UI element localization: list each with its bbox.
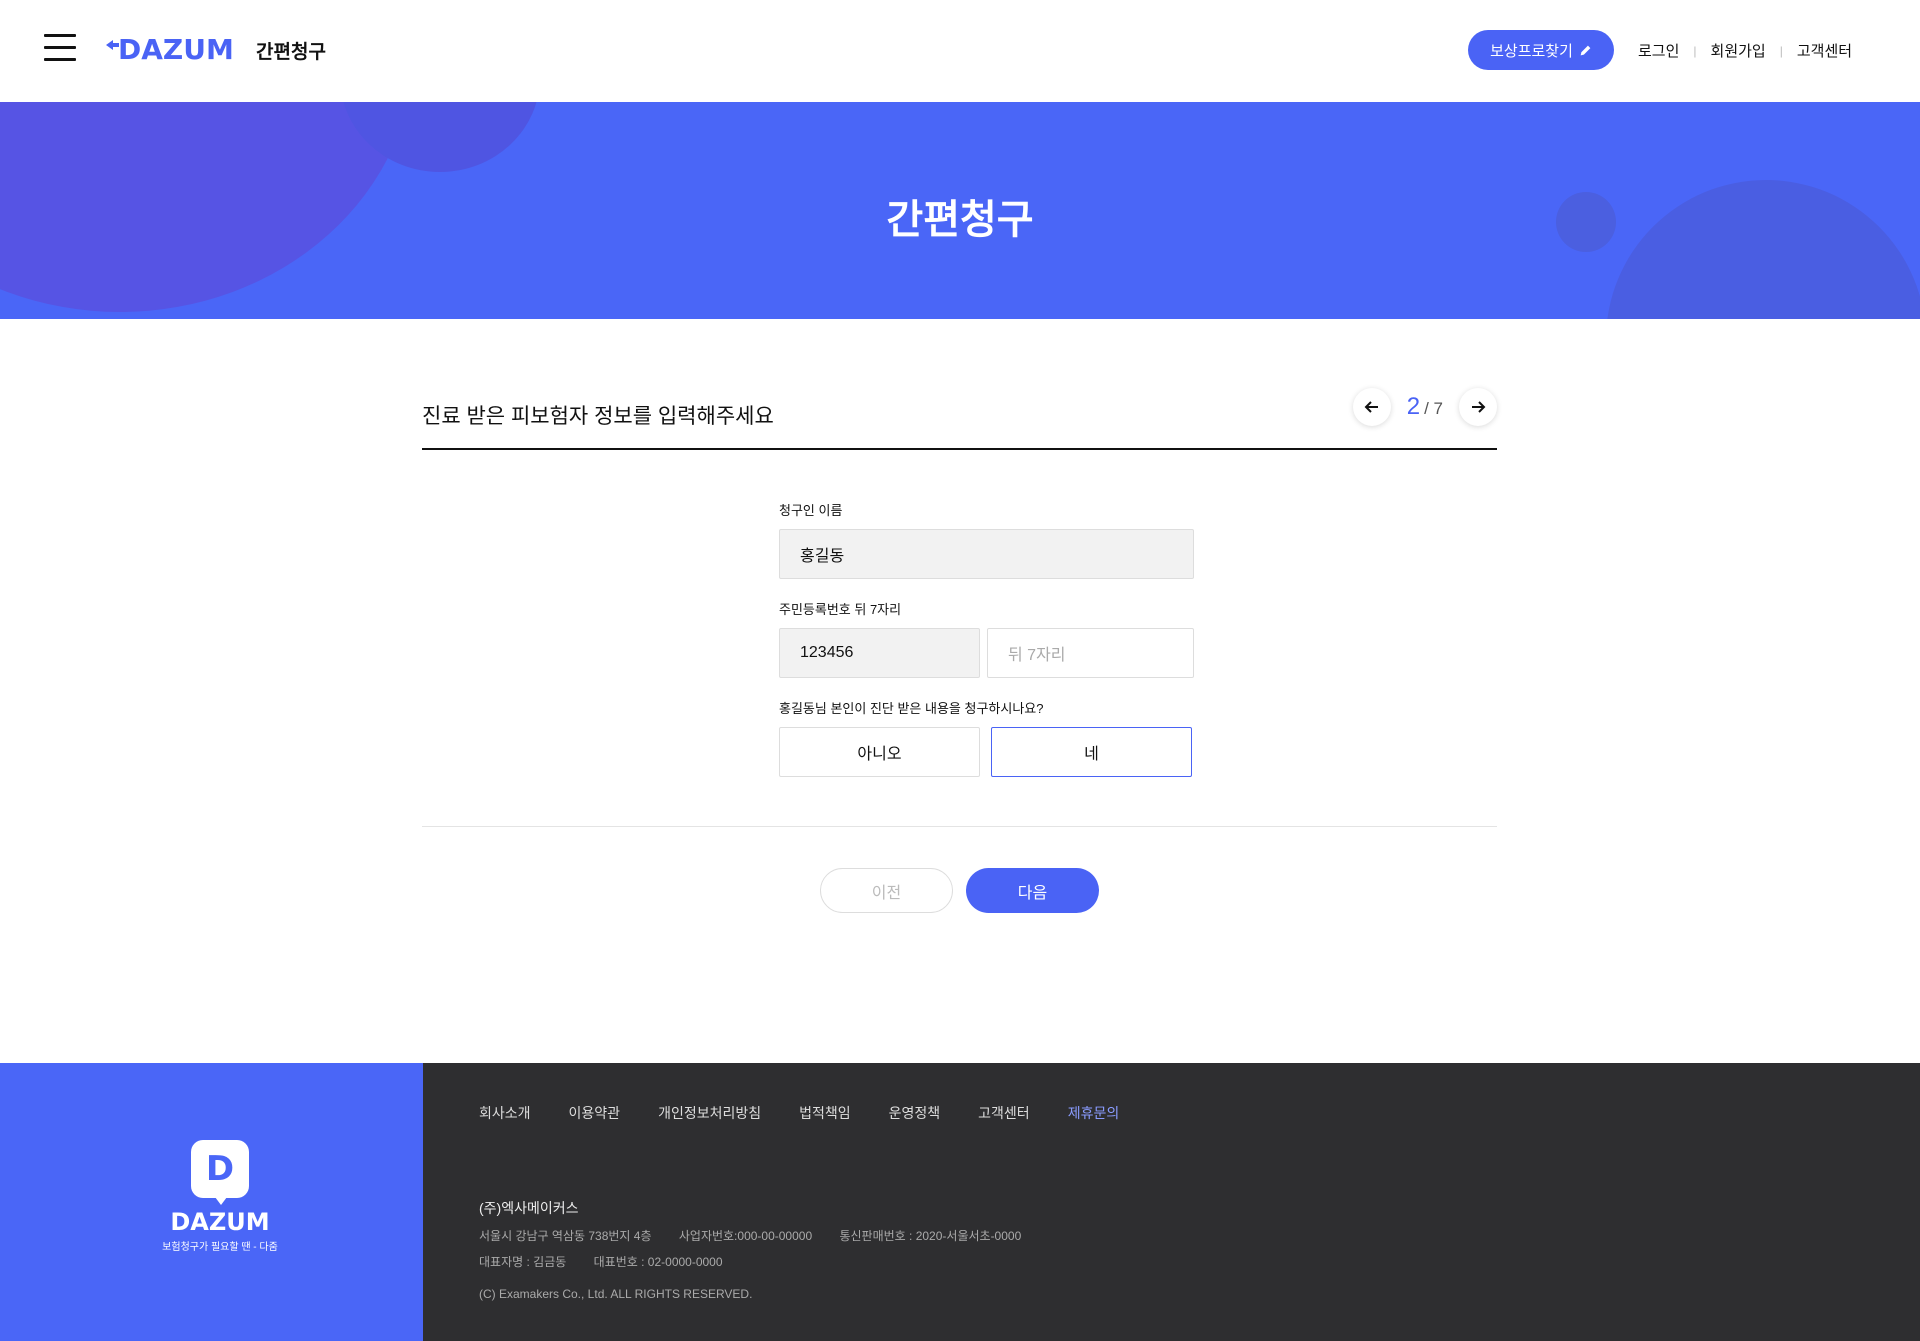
- footer-logo-text: DAZUM: [170, 1208, 270, 1236]
- signup-link[interactable]: 회원가입: [1711, 40, 1766, 61]
- footer-link-privacy[interactable]: 개인정보처리방침: [658, 1103, 761, 1123]
- step-counter: 2 / 7: [1403, 393, 1447, 421]
- business-number: 사업자번호:000-00-00000: [678, 1229, 813, 1243]
- reward-finder-label: 보상프로찾기: [1490, 42, 1573, 60]
- company-phone: 대표번호 : 02-0000-0000: [593, 1255, 723, 1269]
- divider: [422, 826, 1497, 827]
- rrn-back-input[interactable]: 뒤 7자리: [987, 628, 1194, 678]
- hero-banner: 간편청구: [0, 102, 1920, 319]
- prev-button[interactable]: 이전: [820, 868, 953, 913]
- claim-form: 청구인 이름 홍길동 주민등록번호 뒤 7자리 123456 뒤 7자리 홍길동…: [779, 500, 1194, 777]
- section-title: 진료 받은 피보험자 정보를 입력해주세요: [422, 405, 774, 428]
- footer-nav: 회사소개 이용약관 개인정보처리방침 법적책임 운영정책 고객센터 제휴문의: [479, 1103, 1157, 1123]
- footer-logo-tagline: 보험청구가 필요할 땐 - 다줌: [162, 1242, 278, 1253]
- hamburger-menu-icon[interactable]: [44, 34, 76, 62]
- rrn-label: 주민등록번호 뒤 7자리: [779, 602, 902, 617]
- copyright: (C) Examakers Co., Ltd. ALL RIGHTS RESER…: [479, 1287, 753, 1301]
- step-current: 2: [1406, 393, 1421, 420]
- footer-link-policy[interactable]: 운영정책: [889, 1103, 941, 1123]
- customer-center-link[interactable]: 고객센터: [1797, 40, 1852, 61]
- step-pager: 2 / 7: [1352, 388, 1497, 426]
- header-title: 간편청구: [256, 42, 326, 63]
- next-button[interactable]: 다음: [966, 868, 1099, 913]
- next-step-button[interactable]: [1459, 388, 1497, 426]
- form-actions: 이전 다음: [820, 868, 1099, 913]
- option-yes-button[interactable]: 네: [991, 727, 1192, 777]
- ceo-name: 대표자명 : 김금동: [479, 1255, 567, 1269]
- footer-logo: D DAZUM 보험청구가 필요할 땐 - 다줌: [162, 1140, 278, 1253]
- company-address: 서울시 강남구 역삼동 738번지 4층: [479, 1229, 652, 1243]
- footer-link-terms[interactable]: 이용약관: [569, 1103, 621, 1123]
- separator: |: [1693, 43, 1697, 58]
- arrow-right-icon: [1472, 401, 1486, 413]
- top-links: 로그인 | 회원가입 | 고객센터: [1638, 40, 1852, 61]
- logo[interactable]: DAZUM: [104, 32, 234, 66]
- separator: |: [1779, 43, 1783, 58]
- company-name: (주)엑사메이커스: [479, 1200, 579, 1216]
- footer-link-partnership[interactable]: 제휴문의: [1068, 1103, 1120, 1123]
- footer-company-info: (주)엑사메이커스 서울시 강남구 역삼동 738번지 4층 사업자번호:000…: [479, 1195, 1045, 1307]
- prev-step-button[interactable]: [1352, 388, 1391, 426]
- name-label: 청구인 이름: [779, 503, 843, 518]
- logo-text: DAZUM: [118, 32, 234, 66]
- arrow-left-icon: [1364, 401, 1378, 413]
- footer-link-about[interactable]: 회사소개: [479, 1103, 531, 1123]
- header: DAZUM 간편청구 보상프로찾기 로그인 | 회원가입 | 고객센터: [0, 0, 1920, 102]
- reward-finder-button[interactable]: 보상프로찾기: [1468, 30, 1614, 70]
- section-header: 진료 받은 피보험자 정보를 입력해주세요 2 / 7: [422, 388, 1497, 450]
- step-total: / 7: [1424, 399, 1443, 418]
- pencil-icon: [1580, 45, 1591, 55]
- rrn-front-input[interactable]: 123456: [779, 628, 980, 678]
- name-input[interactable]: 홍길동: [779, 529, 1194, 579]
- option-no-button[interactable]: 아니오: [779, 727, 980, 777]
- hero-title: 간편청구: [886, 198, 1034, 242]
- sales-number: 통신판매번호 : 2020-서울서초-0000: [839, 1229, 1022, 1243]
- login-link[interactable]: 로그인: [1638, 40, 1679, 61]
- footer-link-support[interactable]: 고객센터: [978, 1103, 1030, 1123]
- footer-link-legal[interactable]: 법적책임: [799, 1103, 851, 1123]
- self-claim-question: 홍길동님 본인이 진단 받은 내용을 청구하시나요?: [779, 701, 1044, 716]
- footer-logo-mark-icon: D: [191, 1140, 249, 1205]
